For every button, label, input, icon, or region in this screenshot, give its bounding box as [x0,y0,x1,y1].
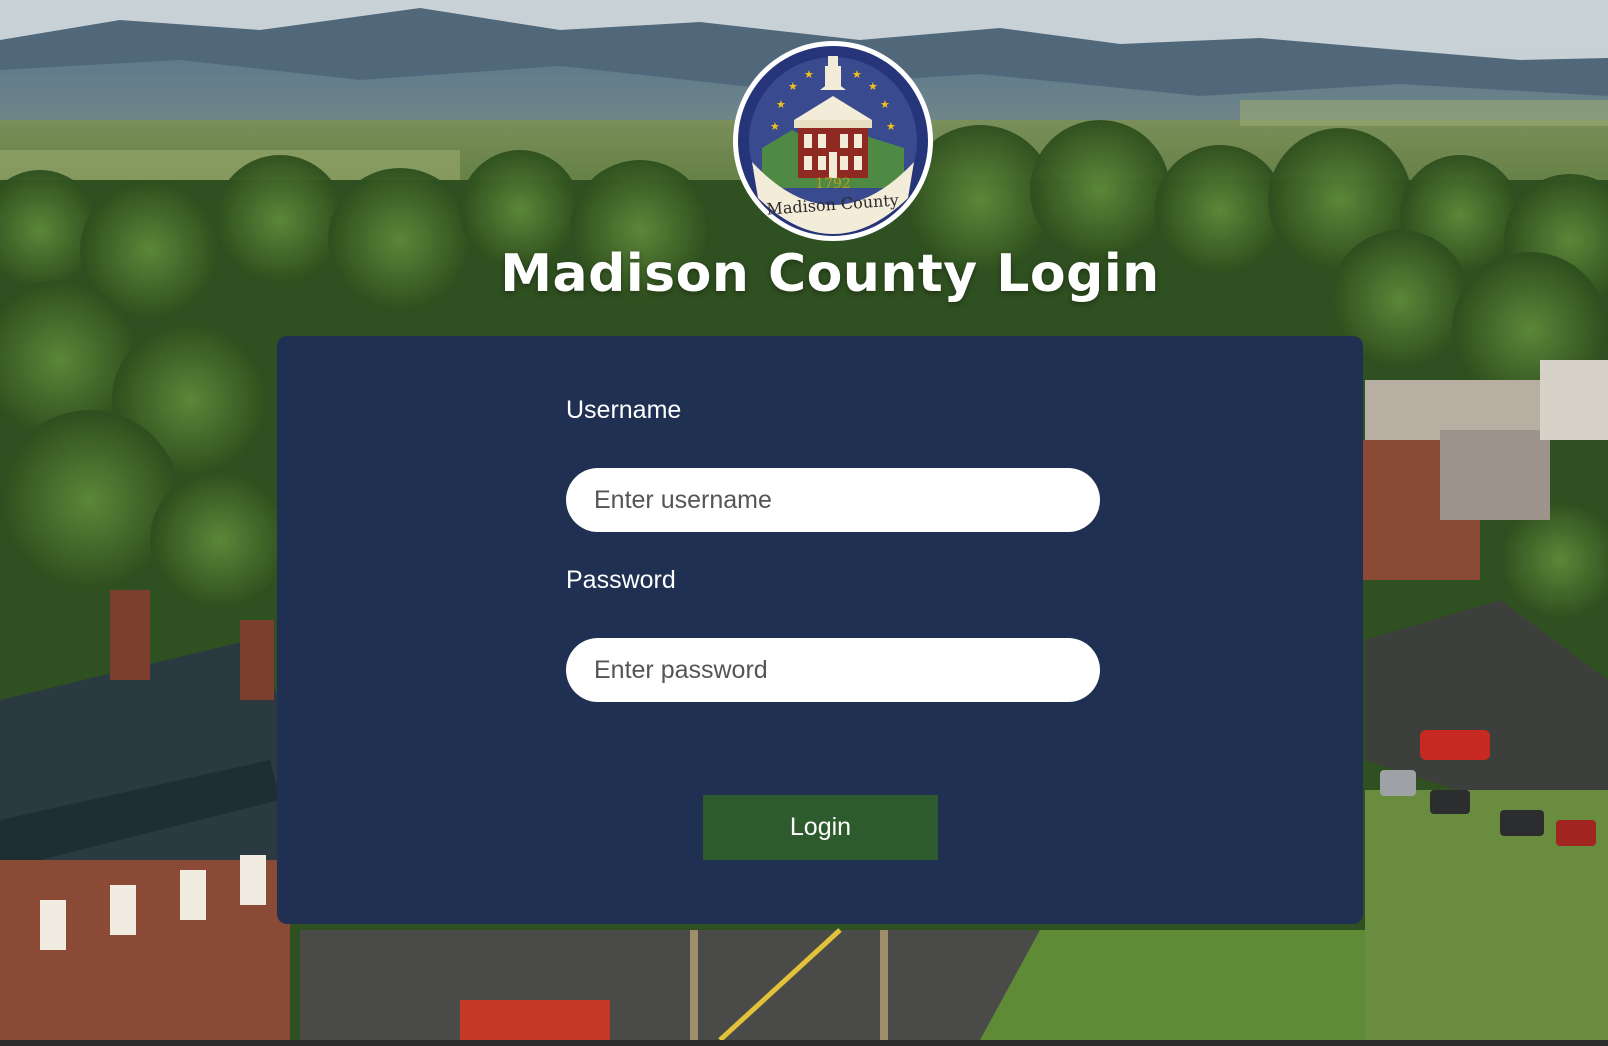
password-input[interactable] [566,638,1100,702]
svg-text:★: ★ [880,98,890,111]
username-label: Username [566,396,682,424]
svg-text:★: ★ [852,68,862,81]
svg-text:★: ★ [776,98,786,111]
svg-text:★: ★ [886,120,896,133]
login-button[interactable]: Login [703,795,938,860]
svg-text:★: ★ [788,80,798,93]
svg-text:★: ★ [770,120,780,133]
svg-text:★: ★ [868,80,878,93]
county-seal-logo: ★ ★ ★ ★ ★ ★ ★ ★ ★ ★ [732,38,934,244]
login-card: Username Password Login [277,336,1363,924]
page-title: Madison County Login [500,244,1160,304]
username-input[interactable] [566,468,1100,532]
password-label: Password [566,566,676,594]
seal-year: 1792 [815,176,851,192]
window-bottom-edge [0,1040,1608,1046]
svg-text:★: ★ [804,68,814,81]
